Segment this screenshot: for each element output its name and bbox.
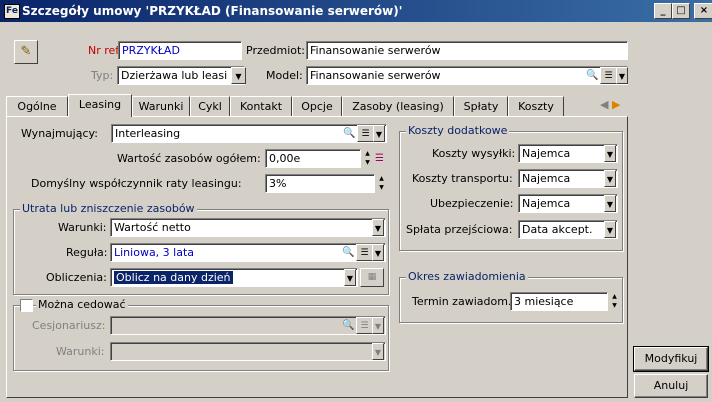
total-value-label: Wartość zasobów ogółem: (117, 152, 261, 165)
calc-label: Obliczenia: (46, 271, 107, 284)
subject-input[interactable]: Finansowanie serwerów (306, 41, 628, 60)
assign-checkbox[interactable] (20, 299, 33, 312)
rule-details-icon[interactable]: ☰ (356, 244, 373, 261)
assign-conditions-label: Warunki: (56, 345, 105, 358)
lessor-search-icon[interactable]: 🔍 (341, 125, 358, 142)
modify-button[interactable]: Modyfikuj (633, 346, 709, 372)
notice-group-title: Okres zawiadomienia (406, 270, 528, 283)
tab-koszty[interactable]: Koszty (508, 96, 564, 116)
insurance-select[interactable]: Najemca (518, 194, 618, 213)
title-bar: Fe Szczegóły umowy 'PRZYKŁAD (Finansowan… (0, 0, 712, 22)
tab-warunki[interactable]: Warunki (132, 96, 190, 116)
transitional-dropdown-icon[interactable]: ▼ (604, 221, 616, 238)
assignee-label: Cesjonariusz: (32, 319, 106, 332)
assignee-dropdown-icon[interactable]: ▼ (372, 317, 384, 334)
loss-conditions-label: Warunki: (58, 221, 107, 234)
costs-group: Koszty dodatkowe Koszty wysyłki: Najemca… (399, 125, 623, 251)
insurance-dropdown-icon[interactable]: ▼ (604, 195, 616, 212)
tab-opcje[interactable]: Opcje (292, 96, 342, 116)
loss-group-title: Utrata lub zniszczenie zasobów (20, 202, 197, 215)
total-value-input[interactable]: 0,00e (265, 149, 361, 168)
rate-input[interactable]: 3% (265, 174, 375, 193)
calc-dropdown-icon[interactable]: ▼ (344, 269, 356, 286)
transitional-value: Data akcept. (522, 223, 593, 236)
notice-group: Okres zawiadomienia Termin zawiadom.: 3 … (399, 271, 623, 323)
tab-scroll-right-icon[interactable]: ▶ (612, 97, 626, 113)
type-label: Typ: (91, 69, 114, 82)
transitional-select[interactable]: Data akcept. (518, 220, 618, 239)
model-dropdown-icon[interactable]: ▼ (616, 67, 628, 84)
lessor-dropdown-icon[interactable]: ▼ (373, 125, 385, 142)
type-select[interactable]: Dzierżawa lub leasi (117, 66, 245, 85)
ref-input[interactable]: PRZYKŁAD (118, 41, 242, 60)
loss-conditions-select[interactable]: Wartość netto (110, 218, 386, 237)
search-icon[interactable]: 🔍 (584, 67, 601, 84)
assign-checkbox-label: Można cedować (36, 298, 128, 311)
rule-search-icon[interactable]: 🔍 (340, 244, 357, 261)
loss-conditions-dropdown-icon[interactable]: ▼ (372, 219, 384, 236)
assign-group: Można cedować Cesjonariusz: 🔍 ☰ ▼ Warunk… (13, 299, 389, 371)
loss-conditions-value: Wartość netto (114, 221, 191, 234)
model-input[interactable]: Finansowanie serwerów (306, 66, 628, 85)
assign-conditions-dropdown-icon[interactable]: ▼ (372, 343, 384, 360)
close-button[interactable]: × (694, 3, 712, 19)
loss-group: Utrata lub zniszczenie zasobów Warunki: … (13, 203, 389, 295)
notice-spinner[interactable]: ▲ ▼ (608, 292, 621, 311)
tab-zasoby[interactable]: Zasoby (leasing) (342, 96, 454, 116)
tab-kontakt[interactable]: Kontakt (230, 96, 292, 116)
currency-icon[interactable]: ☰ (375, 150, 387, 167)
subject-label: Przedmiot: (246, 44, 306, 57)
insurance-value: Najemca (522, 197, 571, 210)
maximize-button[interactable]: □ (672, 3, 690, 19)
app-icon: Fe (4, 4, 20, 19)
key-icon[interactable]: ✎ (14, 40, 38, 64)
shipping-label: Koszty wysyłki: (432, 147, 516, 160)
tab-cykl[interactable]: Cykl (190, 96, 230, 116)
minimize-button[interactable]: _ (654, 3, 672, 19)
shipping-select[interactable]: Najemca (518, 144, 618, 163)
notice-label: Termin zawiadom.: (412, 295, 516, 308)
rate-spinner[interactable]: ▲ ▼ (375, 174, 388, 193)
cancel-button[interactable]: Anuluj (634, 374, 708, 398)
assign-conditions-select[interactable] (110, 342, 386, 361)
rule-dropdown-icon[interactable]: ▼ (372, 244, 384, 261)
shipping-value: Najemca (522, 147, 571, 160)
details-icon[interactable]: ☰ (600, 67, 617, 84)
transport-label: Koszty transportu: (412, 172, 513, 185)
transitional-label: Spłata przejściowa: (406, 223, 513, 236)
assignee-search-icon[interactable]: 🔍 (340, 317, 357, 334)
total-value-spinner[interactable]: ▲ ▼ (361, 149, 374, 168)
transport-value: Najemca (522, 172, 571, 185)
notice-input[interactable]: 3 miesiące (510, 292, 608, 311)
calc-value: Oblicz na dany dzień (113, 270, 234, 285)
lessor-label: Wynajmujący: (21, 127, 98, 140)
calculator-icon[interactable]: ▦ (360, 268, 384, 287)
lessor-details-icon[interactable]: ☰ (357, 125, 374, 142)
tab-leasing[interactable]: Leasing (68, 94, 132, 117)
calc-select[interactable]: Oblicz na dany dzień (110, 268, 358, 287)
shipping-dropdown-icon[interactable]: ▼ (604, 145, 616, 162)
assignee-details-icon[interactable]: ☰ (356, 317, 373, 334)
insurance-label: Ubezpieczenie: (430, 197, 514, 210)
tab-splaty[interactable]: Spłaty (454, 96, 508, 116)
transport-select[interactable]: Najemca (518, 169, 618, 188)
tab-ogolne[interactable]: Ogólne (6, 96, 68, 116)
transport-dropdown-icon[interactable]: ▼ (604, 170, 616, 187)
costs-group-title: Koszty dodatkowe (406, 124, 510, 137)
type-dropdown-icon[interactable]: ▼ (231, 67, 246, 84)
type-select-value: Dzierżawa lub leasi (121, 69, 228, 82)
model-label: Model: (266, 69, 303, 82)
rate-label: Domyślny współczynnik raty leasingu: (31, 177, 242, 190)
window-title: Szczegóły umowy 'PRZYKŁAD (Finansowanie … (22, 4, 403, 18)
leasing-panel: Wynajmujący: Interleasing 🔍 ☰ ▼ Wartość … (6, 116, 628, 398)
rule-label: Reguła: (66, 246, 108, 259)
